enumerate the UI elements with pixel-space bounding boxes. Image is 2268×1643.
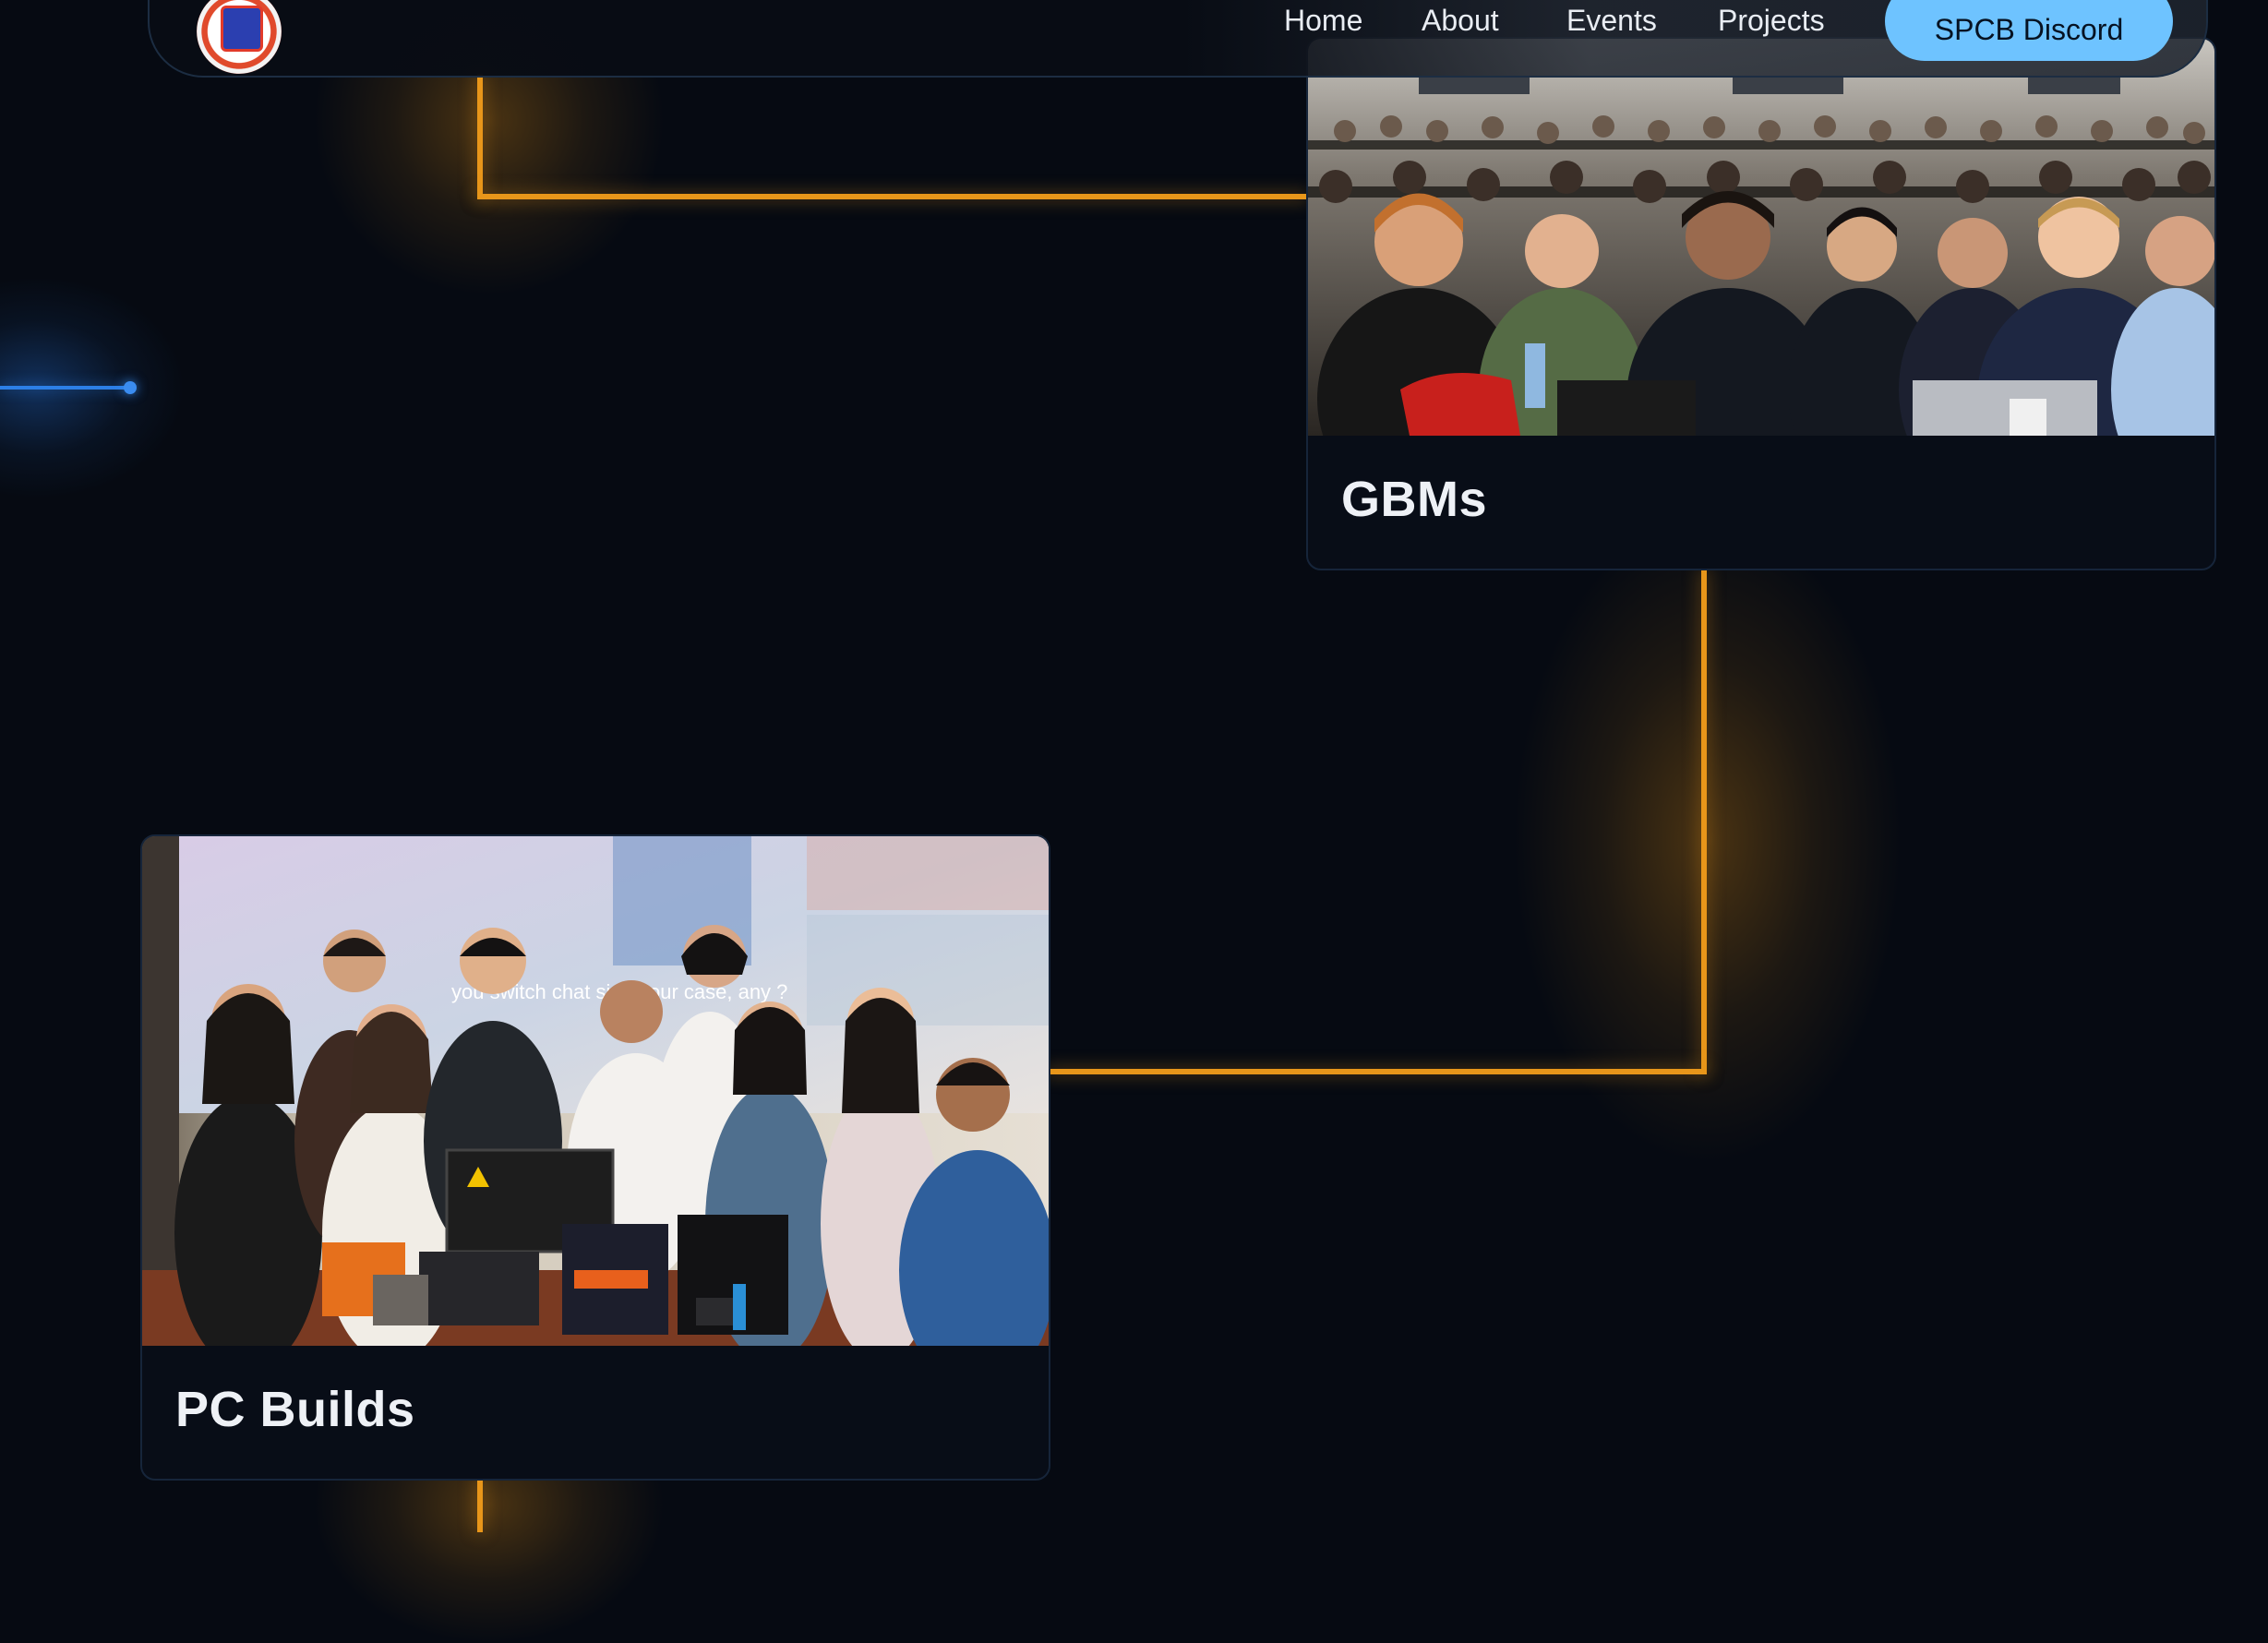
event-card-pc-builds[interactable]: you switch chat side your case, any ? — [140, 834, 1050, 1481]
accent-dot — [124, 381, 137, 394]
gbm-audience-photo — [1308, 39, 2214, 436]
event-title: PC Builds — [175, 1382, 415, 1437]
nav-link-about[interactable]: About — [1422, 4, 1499, 38]
nav-link-home[interactable]: Home — [1284, 4, 1362, 38]
timeline-connector — [1701, 569, 1707, 1074]
timeline-connector — [1046, 1069, 1707, 1074]
orange-glow — [1514, 517, 1902, 1163]
event-card-gbms[interactable]: GBMs — [1306, 37, 2216, 570]
nav-link-events[interactable]: Events — [1566, 4, 1657, 38]
discord-button[interactable]: SPCB Discord — [1885, 0, 2173, 61]
nav-link-projects[interactable]: Projects — [1718, 4, 1825, 38]
timeline-connector — [477, 74, 483, 199]
event-title: GBMs — [1341, 472, 1488, 527]
timeline-connector — [477, 194, 1308, 199]
timeline-connector — [477, 1477, 483, 1532]
pc-build-group-photo: you switch chat side your case, any ? — [142, 836, 1049, 1346]
accent-line — [0, 386, 129, 390]
